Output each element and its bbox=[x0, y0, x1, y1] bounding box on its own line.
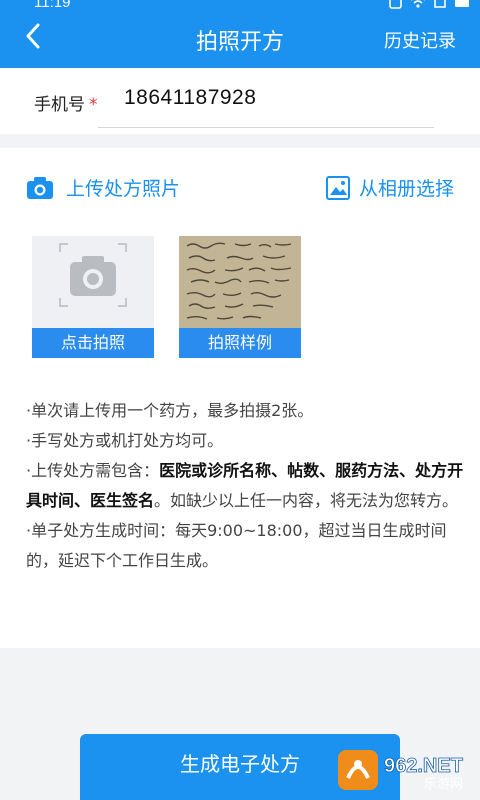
handwritten-prescription-image bbox=[179, 236, 301, 328]
sample-thumbnail[interactable]: 拍照样例 bbox=[179, 236, 301, 358]
take-photo-button[interactable]: 上传处方照片 bbox=[26, 174, 180, 201]
album-button[interactable]: 从相册选择 bbox=[325, 174, 454, 201]
phone-input-underline bbox=[98, 127, 434, 128]
camera-thumbnail[interactable]: 点击拍照 bbox=[32, 236, 154, 358]
top-app-bar: 11:19 拍照开方 历史记录 bbox=[0, 0, 480, 68]
phone-input[interactable]: 18641187928 bbox=[124, 86, 256, 110]
site-logo-icon: 962.NET 乐游网 bbox=[338, 750, 463, 792]
instruction-text: ·上传处方需包含： bbox=[26, 461, 160, 480]
required-mark: * bbox=[89, 95, 98, 115]
camera-caption: 点击拍照 bbox=[32, 328, 154, 358]
instruction-text: 。如缺少以上任一内容，将无法为您转方。 bbox=[154, 491, 459, 510]
prescription-upload-card: 上传处方照片 从相册选择 点击拍照 拍照样例 ·单次请上传用一个药方，最多拍摄2… bbox=[0, 148, 480, 648]
status-icons bbox=[388, 0, 470, 9]
signal-icon bbox=[432, 0, 448, 8]
phone-row: 手机号 * 18641187928 bbox=[0, 68, 480, 134]
status-bar: 11:19 bbox=[0, 0, 480, 14]
svg-text:962.NET: 962.NET bbox=[384, 755, 463, 777]
battery-icon bbox=[454, 0, 470, 8]
instruction-line: ·上传处方需包含：医院或诊所名称、帖数、服药方法、处方开具时间、医生签名。如缺少… bbox=[26, 456, 466, 516]
svg-text:乐游网: 乐游网 bbox=[424, 777, 463, 792]
watermark-logo: 962.NET 乐游网 bbox=[338, 748, 474, 792]
sample-caption: 拍照样例 bbox=[179, 328, 301, 358]
camera-frame-icon bbox=[59, 243, 127, 307]
take-photo-label: 上传处方照片 bbox=[66, 178, 181, 200]
history-button[interactable]: 历史记录 bbox=[384, 27, 456, 53]
phone-label-text: 手机号 bbox=[34, 95, 85, 115]
camera-icon bbox=[27, 176, 53, 199]
instruction-line: ·手写处方或机打处方均可。 bbox=[26, 431, 224, 450]
upload-instructions: ·单次请上传用一个药方，最多拍摄2张。 ·手写处方或机打处方均可。 ·上传处方需… bbox=[26, 396, 466, 576]
wifi-icon bbox=[410, 0, 426, 8]
instruction-line: ·单次请上传用一个药方，最多拍摄2张。 bbox=[26, 401, 314, 420]
image-gallery-icon bbox=[325, 175, 350, 200]
album-label: 从相册选择 bbox=[358, 178, 454, 200]
phone-label: 手机号 * bbox=[34, 90, 98, 115]
sim-icon bbox=[388, 0, 404, 9]
status-time: 11:19 bbox=[34, 0, 71, 11]
instruction-line: ·单子处方生成时间：每天9:00~18:00，超过当日生成时间的，延迟下个工作日… bbox=[26, 521, 447, 570]
